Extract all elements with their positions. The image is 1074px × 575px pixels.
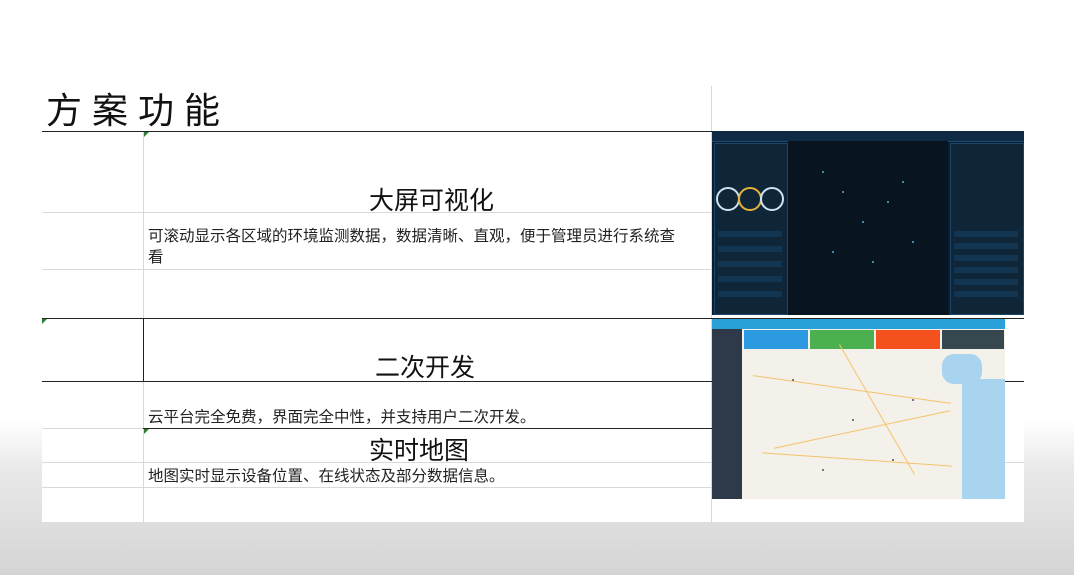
- map-city: [822, 469, 824, 471]
- dashboard-row: [954, 267, 1018, 273]
- map-city: [852, 419, 854, 421]
- cell-marker: [144, 429, 149, 434]
- section-description-secondary-dev: 云平台完全免费，界面完全中性，并支持用户二次开发。: [148, 408, 536, 426]
- map-road: [752, 375, 952, 404]
- sea-area: [942, 354, 982, 384]
- section-description-realtime-map: 地图实时显示设备位置、在线状态及部分数据信息。: [148, 467, 505, 485]
- dashboard-right-panel: [950, 143, 1024, 315]
- map-app-sidebar: [712, 329, 742, 499]
- dashboard-row: [954, 255, 1018, 261]
- dashboard-row: [718, 261, 782, 267]
- map-road: [839, 344, 915, 475]
- dashboard-row: [954, 231, 1018, 237]
- section-border-vertical: [143, 318, 144, 381]
- stat-card: [810, 330, 874, 349]
- sea-area: [962, 379, 1005, 499]
- dashboard-row: [718, 276, 782, 282]
- section-border: [143, 428, 712, 429]
- dashboard-row: [954, 291, 1018, 297]
- map-city: [792, 379, 794, 381]
- section-heading-secondary-dev: 二次开发: [375, 353, 476, 382]
- dashboard-screenshot: [712, 131, 1024, 315]
- map-app-navbar: [712, 319, 1005, 329]
- gauge-ring: [738, 187, 762, 211]
- map-dot: [887, 201, 889, 203]
- map-city: [892, 459, 894, 461]
- dashboard-row: [718, 291, 782, 297]
- row-line: [42, 269, 712, 270]
- section-heading-realtime-map: 实时地图: [369, 436, 470, 465]
- page-title: 方案功能: [46, 91, 231, 132]
- dashboard-row: [954, 243, 1018, 249]
- gauge-ring: [716, 187, 740, 211]
- map-road: [762, 452, 952, 467]
- map-road: [773, 410, 951, 449]
- cell-marker: [42, 319, 47, 324]
- section-description-big-screen: 可滚动显示各区域的环境监测数据，数据清晰、直观，便于管理员进行系统查看: [148, 227, 676, 266]
- map-dot: [832, 251, 834, 253]
- map-city: [912, 399, 914, 401]
- map-screenshot: [712, 319, 1005, 499]
- map-dot: [902, 181, 904, 183]
- dashboard-left-panel: [714, 143, 788, 315]
- map-dot: [842, 191, 844, 193]
- dashboard-row: [718, 231, 782, 237]
- map-dot: [872, 261, 874, 263]
- dashboard-map: [788, 141, 948, 315]
- map-dot: [912, 241, 914, 243]
- dashboard-row: [954, 279, 1018, 285]
- stat-card: [744, 330, 808, 349]
- stat-card: [876, 330, 940, 349]
- map-dot: [862, 221, 864, 223]
- gauge-ring: [760, 187, 784, 211]
- stat-card: [942, 330, 1004, 349]
- section-heading-big-screen: 大屏可视化: [369, 186, 495, 215]
- map-dot: [822, 171, 824, 173]
- row-line: [42, 487, 712, 488]
- dashboard-row: [718, 246, 782, 252]
